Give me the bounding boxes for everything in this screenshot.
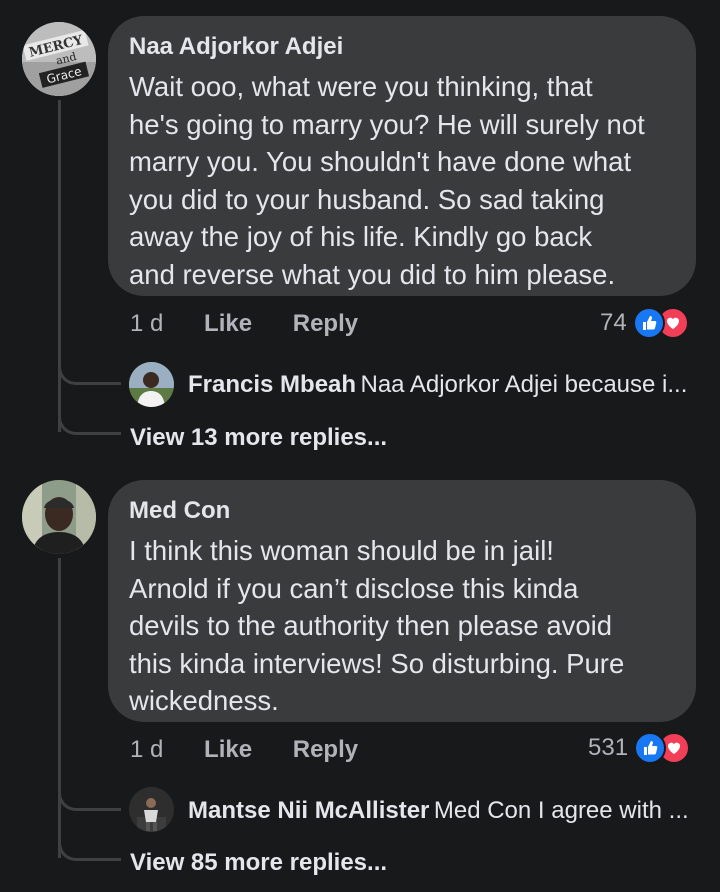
avatar[interactable]: MERCY and Grace [22,22,96,96]
reply-connector [58,770,121,811]
reply-button[interactable]: Reply [293,736,358,763]
reaction-count: 74 [600,309,627,336]
reply-preview[interactable]: Mantse Nii McAllister Med Con I agree wi… [188,797,689,825]
reply-connector [58,400,121,435]
view-more-replies-link[interactable]: View 13 more replies... [130,424,387,452]
reply-text: Med Con I agree with ... [433,797,689,824]
reaction-count: 531 [588,734,629,761]
person-photo [129,362,174,407]
reply-connector [58,826,121,861]
like-button[interactable]: Like [204,310,252,337]
comment-text: Wait ooo, what were you thinking, that h… [129,71,645,290]
like-button[interactable]: Like [204,736,252,763]
reply-author[interactable]: Mantse Nii McAllister [188,797,429,824]
comment-bubble: Med Con I think this woman should be in … [108,480,696,722]
reply-avatar[interactable] [129,362,174,407]
mercy-grace-logo: MERCY and Grace [22,22,96,96]
comment-bubble: Naa Adjorkor Adjei Wait ooo, what were y… [108,16,696,296]
comment-meta: 1 d Like Reply [130,736,358,764]
reply-preview[interactable]: Francis Mbeah Naa Adjorkor Adjei because… [188,371,687,399]
reply-button[interactable]: Reply [293,310,358,337]
reply-author[interactable]: Francis Mbeah [188,371,356,398]
view-more-replies-link[interactable]: View 85 more replies... [130,849,387,877]
reply-text: Naa Adjorkor Adjei because i... [360,371,688,398]
person-photo [22,480,96,554]
like-reaction-icon [634,732,667,764]
reactions[interactable]: 74 [600,307,689,339]
comment-text: I think this woman should be in jail! Ar… [129,535,625,716]
comment-author[interactable]: Naa Adjorkor Adjei [129,32,676,62]
comment-time[interactable]: 1 d [130,310,163,337]
thread-line [58,558,61,858]
like-reaction-icon [632,307,665,339]
thread-line [58,100,61,432]
reply-avatar[interactable] [129,787,174,832]
person-photo [129,787,174,832]
comment-time[interactable]: 1 d [130,736,163,763]
reactions[interactable]: 531 [588,732,691,764]
comment-meta: 1 d Like Reply [130,310,358,338]
avatar[interactable] [22,480,96,554]
comment-author[interactable]: Med Con [129,496,676,526]
reply-connector [58,344,121,385]
